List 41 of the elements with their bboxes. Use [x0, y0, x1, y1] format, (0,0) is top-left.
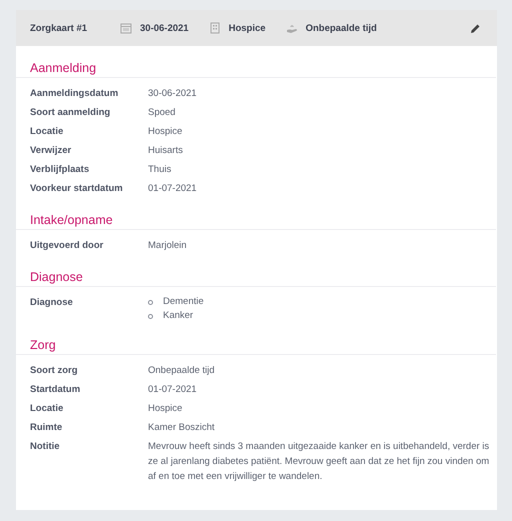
bullet-icon	[148, 314, 153, 318]
location-text: Hospice	[228, 22, 266, 34]
field-label: Soort aanmelding	[30, 106, 112, 120]
field-label: Soort zorg	[30, 364, 78, 378]
field-value: Mevrouw heeft sinds 3 maanden uitgezaaide kanker en is uitbehandeld, verder is ze al jarenlang diabetes patiënt. Mevrouw geeft aan dat ze het fijn zou vinden om af en toe met een vrijwilliger te wandelen.	[148, 440, 490, 484]
duration-text: Onbepaalde tijd	[306, 22, 377, 34]
field-label: Notitie	[30, 440, 61, 454]
field-label: Voorkeur startdatum	[30, 182, 124, 196]
field-value: Onbepaalde tijd	[148, 364, 216, 378]
field-label: Uitgevoerd door	[30, 239, 104, 253]
field-value: Spoed	[148, 106, 176, 120]
hand-icon	[286, 22, 298, 34]
field-value: Hospice	[148, 402, 184, 416]
field-value: 01-07-2021	[148, 383, 198, 397]
field-label: Startdatum	[30, 383, 82, 397]
field-value: Marjolein	[148, 239, 188, 253]
calendar-icon	[120, 22, 132, 34]
list-item: Kanker	[163, 309, 194, 323]
field-label: Verblijfplaats	[30, 163, 90, 177]
field-label: Locatie	[30, 402, 64, 416]
section-heading: Diagnose	[16, 269, 496, 287]
field-label: Ruimte	[30, 421, 64, 435]
field-label: Diagnose	[30, 296, 74, 310]
field-value: Hospice	[148, 125, 184, 139]
list-item: Dementie	[163, 295, 204, 309]
field-label: Verwijzer	[30, 144, 72, 158]
field-label: Aanmeldingsdatum	[30, 87, 120, 101]
field-value: 30-06-2021	[148, 87, 198, 101]
section-heading: Zorg	[16, 337, 496, 355]
field-value: Kamer Boszicht	[148, 421, 216, 435]
section-heading: Intake/opname	[16, 212, 496, 230]
edit-pencil-icon[interactable]	[470, 22, 481, 34]
section-heading: Aanmelding	[16, 60, 496, 78]
date-text: 30-06-2021	[140, 22, 189, 34]
building-icon	[208, 22, 221, 34]
field-value: Thuis	[148, 163, 172, 177]
card-title: Zorgkaart #1	[30, 22, 88, 34]
field-value: Huisarts	[148, 144, 184, 158]
field-label: Locatie	[30, 125, 64, 139]
bullet-icon	[148, 300, 153, 304]
field-value: 01-07-2021	[148, 182, 198, 196]
